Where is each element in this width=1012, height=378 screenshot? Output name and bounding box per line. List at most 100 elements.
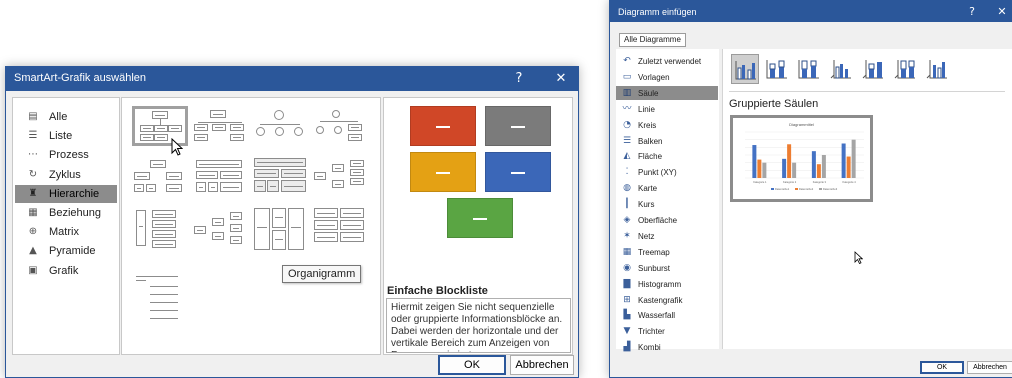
- chart-type-item[interactable]: ↶ Zuletzt verwendet: [616, 54, 718, 68]
- chart-type-label: Sunburst: [638, 263, 671, 273]
- chart-type-label: Linie: [638, 104, 655, 114]
- category-hierarchie[interactable]: ♜ Hierarchie: [15, 184, 117, 203]
- subtype-3d-100-stacked-column[interactable]: [891, 54, 919, 84]
- scatter-chart-icon: ⁚: [625, 167, 629, 178]
- mouse-cursor-icon: [854, 251, 863, 264]
- chart-type-item[interactable]: ▭ Vorlagen: [616, 70, 718, 84]
- category-grafik[interactable]: ▣ Grafik: [15, 262, 117, 280]
- chart-type-label: Kombi: [638, 343, 661, 353]
- category-matrix[interactable]: ⊕ Matrix: [15, 223, 117, 241]
- funnel-icon: ▼: [623, 326, 631, 337]
- chart-preview[interactable]: Diagrammtitel Kategorie 1 Kategorie 2 Kateg…: [730, 115, 873, 202]
- chart-close-button[interactable]: ✕: [987, 1, 1012, 22]
- matrix-icon: ⊕: [28, 226, 38, 238]
- chart-type-item[interactable]: ▥ Säule: [616, 85, 718, 100]
- pyramid-icon: ▲: [29, 245, 37, 257]
- chart-bar: [811, 151, 816, 178]
- subtype-3d-stacked-column[interactable]: [859, 54, 887, 84]
- chart-type-item[interactable]: ☰ Balken: [616, 134, 718, 148]
- chart-cancel-button[interactable]: Abbrechen: [967, 361, 1012, 374]
- smartart-titlebar[interactable]: SmartArt-Grafik auswählen ? ✕: [6, 67, 578, 91]
- chart-type-item[interactable]: ▇ Histogramm: [616, 277, 718, 291]
- chart-type-item[interactable]: ◭ Fläche: [616, 149, 718, 163]
- chart-type-item[interactable]: ◈ Oberfläche: [616, 213, 718, 227]
- legend-swatch: [771, 188, 774, 190]
- category-zyklus[interactable]: ↻ Zyklus: [15, 166, 117, 184]
- tab-all-charts[interactable]: Alle Diagramme: [619, 33, 686, 47]
- chart-type-label: Treemap: [638, 247, 670, 257]
- chart-type-label: Vorlagen: [638, 72, 670, 82]
- subtype-clustered-column[interactable]: [731, 54, 759, 84]
- stock-chart-icon: ┃: [624, 199, 630, 210]
- x-tick-label: Kategorie 1: [753, 180, 767, 184]
- chart-type-item[interactable]: ▦ Treemap: [616, 245, 718, 259]
- chart-type-item[interactable]: ⊞ Kastengrafik: [616, 293, 718, 307]
- chart-help-button[interactable]: ?: [957, 1, 987, 22]
- chart-type-item[interactable]: ◉ Sunburst: [616, 261, 718, 275]
- subtype-3d-clustered-column[interactable]: [827, 54, 855, 84]
- chart-type-item[interactable]: ◍ Karte: [616, 181, 718, 195]
- line-chart-icon: 〰: [622, 103, 632, 114]
- insert-chart-dialog: Diagramm einfügen ? ✕ Alle Diagramme ↶ Zu…: [609, 0, 1012, 378]
- layout-lined-list-hierarchy[interactable]: [252, 206, 308, 254]
- category-pyramide[interactable]: ▲ Pyramide: [15, 242, 117, 260]
- smartart-help-button[interactable]: ?: [502, 67, 536, 91]
- category-prozess[interactable]: ⋯ Prozess: [15, 146, 117, 164]
- layout-table-list[interactable]: [312, 206, 368, 254]
- chart-type-item[interactable]: ┃ Kurs: [616, 197, 718, 211]
- waterfall-icon: ▙: [623, 310, 631, 321]
- category-label: Prozess: [49, 149, 89, 162]
- layout-text-hierarchy[interactable]: [132, 274, 188, 330]
- chart-type-label: Kurs: [638, 200, 655, 210]
- smartart-cancel-button[interactable]: Abbrechen: [510, 355, 574, 375]
- category-alle[interactable]: ▤ Alle: [15, 108, 117, 126]
- subtype-stacked-column[interactable]: [763, 54, 791, 84]
- chart-type-label: Säule: [638, 88, 659, 98]
- chart-bar: [752, 145, 757, 178]
- smartart-close-button[interactable]: ✕: [544, 67, 578, 91]
- chart-ok-button[interactable]: OK: [920, 361, 964, 374]
- category-label: Grafik: [49, 264, 79, 277]
- chart-type-item[interactable]: ▙ Wasserfall: [616, 308, 718, 322]
- layout-horizontal-hierarchy[interactable]: [312, 158, 368, 198]
- layout-name-title-org-chart[interactable]: [192, 108, 248, 148]
- smartart-ok-button[interactable]: OK: [438, 355, 506, 375]
- subtype-100-stacked-column[interactable]: [795, 54, 823, 84]
- chart-type-label: Netz: [638, 231, 655, 241]
- column-chart-icon: ▥: [622, 87, 632, 98]
- preview-block-green: [447, 198, 513, 238]
- pie-chart-icon: ◔: [623, 119, 631, 130]
- layout-labeled-hierarchy[interactable]: [312, 108, 368, 148]
- histogram-icon: ▇: [623, 278, 631, 289]
- chart-type-label: Kreis: [638, 120, 657, 130]
- category-liste[interactable]: ☰ Liste: [15, 127, 117, 145]
- legend-label: Datenreihe3: [823, 187, 838, 191]
- chart-titlebar[interactable]: Diagramm einfügen ? ✕: [610, 1, 1012, 22]
- recent-icon: ↶: [623, 56, 631, 66]
- chart-type-item[interactable]: ▟ Kombi: [616, 340, 718, 354]
- picture-icon: ▣: [28, 264, 38, 276]
- chart-type-item[interactable]: ▼ Trichter: [616, 324, 718, 338]
- chart-type-item[interactable]: ⁚ Punkt (XY): [616, 165, 718, 179]
- map-chart-icon: ◍: [623, 183, 631, 194]
- subtype-3d-column[interactable]: [923, 54, 951, 84]
- category-beziehung[interactable]: ▦ Beziehung: [15, 204, 117, 222]
- layout-table-hierarchy[interactable]: [192, 158, 248, 198]
- chart-type-item[interactable]: ◔ Kreis: [616, 118, 718, 132]
- layout-architecture[interactable]: [252, 156, 308, 196]
- list-icon: ☰: [28, 130, 38, 142]
- smartart-dialog-title: SmartArt-Grafik auswählen: [14, 72, 147, 84]
- chart-bar: [787, 144, 792, 178]
- category-label: Liste: [49, 130, 73, 143]
- mouse-cursor-icon: [171, 138, 183, 156]
- preview-block-gray: [485, 106, 551, 146]
- layout-vertical-hierarchy[interactable]: [132, 206, 188, 262]
- chart-bar: [846, 156, 851, 178]
- layout-circle-org-chart[interactable]: [252, 108, 308, 148]
- chart-type-label: Oberfläche: [638, 216, 678, 225]
- chart-type-item[interactable]: ✶ Netz: [616, 229, 718, 243]
- layout-hierarchy[interactable]: [132, 158, 188, 198]
- layout-horizontal-org-chart[interactable]: [192, 210, 248, 250]
- chart-type-item[interactable]: 〰 Linie: [616, 102, 718, 116]
- chart-bar: [762, 162, 767, 178]
